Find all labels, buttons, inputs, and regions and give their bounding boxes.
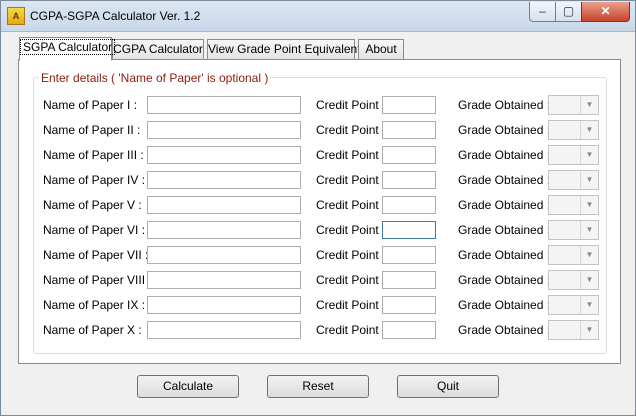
grade-obtained-label: Grade Obtained : xyxy=(458,123,551,137)
credit-point-label: Credit Point : xyxy=(316,173,386,187)
chevron-down-icon[interactable]: ▼ xyxy=(580,96,598,114)
calculate-button[interactable]: Calculate xyxy=(137,375,239,398)
paper-row: Name of Paper VI : Credit Point : Grade Ob… xyxy=(19,220,619,240)
chevron-down-icon[interactable]: ▼ xyxy=(580,146,598,164)
paper-name-label: Name of Paper I : xyxy=(43,98,138,112)
credit-point-label: Credit Point : xyxy=(316,148,386,162)
grade-obtained-select[interactable]: ▼ xyxy=(548,295,599,315)
quit-button[interactable]: Quit xyxy=(397,375,499,398)
maximize-button[interactable]: ▢ xyxy=(555,2,582,22)
paper-row: Name of Paper IV : Credit Point : Grade Ob… xyxy=(19,170,619,190)
paper-row: Name of Paper II : Credit Point : Grade Ob… xyxy=(19,120,619,140)
grade-obtained-select[interactable]: ▼ xyxy=(548,320,599,340)
details-group-legend: Enter details ( 'Name of Paper' is optio… xyxy=(39,71,271,85)
chevron-down-icon[interactable]: ▼ xyxy=(580,196,598,214)
grade-obtained-label: Grade Obtained : xyxy=(458,248,551,262)
credit-point-input[interactable] xyxy=(382,146,436,164)
paper-name-input[interactable] xyxy=(147,246,301,264)
credit-point-input[interactable] xyxy=(382,221,436,239)
grade-obtained-select[interactable]: ▼ xyxy=(548,145,599,165)
grade-obtained-label: Grade Obtained : xyxy=(458,223,551,237)
sgpa-panel: Enter details ( 'Name of Paper' is optio… xyxy=(18,59,621,364)
tab-label: SGPA Calculator xyxy=(20,39,116,55)
paper-name-input[interactable] xyxy=(147,296,301,314)
paper-name-label: Name of Paper IV : xyxy=(43,173,146,187)
grade-obtained-select[interactable]: ▼ xyxy=(548,270,599,290)
paper-name-label: Name of Paper VII : xyxy=(43,248,149,262)
credit-point-label: Credit Point : xyxy=(316,98,386,112)
grade-obtained-select[interactable]: ▼ xyxy=(548,95,599,115)
chevron-down-icon[interactable]: ▼ xyxy=(580,221,598,239)
chevron-down-icon[interactable]: ▼ xyxy=(580,321,598,339)
tab-sgpa-calculator[interactable]: SGPA Calculator xyxy=(19,37,116,61)
paper-row: Name of Paper I : Credit Point : Grade Obt… xyxy=(19,95,619,115)
paper-name-input[interactable] xyxy=(147,221,301,239)
grade-obtained-select[interactable]: ▼ xyxy=(548,245,599,265)
grade-obtained-select[interactable]: ▼ xyxy=(548,195,599,215)
tab-about[interactable]: About xyxy=(358,39,404,61)
credit-point-label: Credit Point : xyxy=(316,198,386,212)
chevron-down-icon[interactable]: ▼ xyxy=(580,296,598,314)
paper-name-input[interactable] xyxy=(147,146,301,164)
paper-row: Name of Paper X : Credit Point : Grade Obt… xyxy=(19,320,619,340)
paper-name-label: Name of Paper VI : xyxy=(43,223,146,237)
grade-obtained-label: Grade Obtained : xyxy=(458,148,551,162)
chevron-down-icon[interactable]: ▼ xyxy=(580,246,598,264)
credit-point-input[interactable] xyxy=(382,196,436,214)
window-title: CGPA-SGPA Calculator Ver. 1.2 xyxy=(30,9,201,23)
title-bar[interactable]: A CGPA-SGPA Calculator Ver. 1.2 ‒ ▢ ✕ xyxy=(1,1,635,32)
paper-name-label: Name of Paper III : xyxy=(43,148,144,162)
credit-point-label: Credit Point : xyxy=(316,273,386,287)
grade-obtained-label: Grade Obtained : xyxy=(458,198,551,212)
tab-view-grade-point-equivalent[interactable]: View Grade Point Equivalent xyxy=(207,39,361,61)
paper-name-label: Name of Paper IX : xyxy=(43,298,146,312)
credit-point-label: Credit Point : xyxy=(316,298,386,312)
grade-obtained-label: Grade Obtained : xyxy=(458,273,551,287)
credit-point-label: Credit Point : xyxy=(316,223,386,237)
grade-obtained-select[interactable]: ▼ xyxy=(548,220,599,240)
app-icon[interactable]: A xyxy=(7,7,25,25)
paper-name-input[interactable] xyxy=(147,121,301,139)
grade-obtained-label: Grade Obtained : xyxy=(458,298,551,312)
paper-name-input[interactable] xyxy=(147,171,301,189)
chevron-down-icon[interactable]: ▼ xyxy=(580,171,598,189)
tab-cgpa-calculator[interactable]: CGPA Calculator xyxy=(112,39,204,61)
credit-point-input[interactable] xyxy=(382,296,436,314)
credit-point-input[interactable] xyxy=(382,271,436,289)
paper-name-label: Name of Paper V : xyxy=(43,198,142,212)
paper-row: Name of Paper III : Credit Point : Grade O… xyxy=(19,145,619,165)
credit-point-input[interactable] xyxy=(382,246,436,264)
paper-name-label: Name of Paper II : xyxy=(43,123,141,137)
credit-point-input[interactable] xyxy=(382,121,436,139)
reset-button[interactable]: Reset xyxy=(267,375,369,398)
credit-point-label: Credit Point : xyxy=(316,123,386,137)
paper-name-input[interactable] xyxy=(147,271,301,289)
close-button[interactable]: ✕ xyxy=(581,2,630,22)
credit-point-label: Credit Point : xyxy=(316,248,386,262)
paper-name-input[interactable] xyxy=(147,321,301,339)
minimize-button[interactable]: ‒ xyxy=(529,2,556,22)
credit-point-input[interactable] xyxy=(382,96,436,114)
paper-name-input[interactable] xyxy=(147,96,301,114)
chevron-down-icon[interactable]: ▼ xyxy=(580,271,598,289)
credit-point-input[interactable] xyxy=(382,321,436,339)
credit-point-label: Credit Point : xyxy=(316,323,386,337)
grade-obtained-select[interactable]: ▼ xyxy=(548,120,599,140)
grade-obtained-label: Grade Obtained : xyxy=(458,173,551,187)
grade-obtained-select[interactable]: ▼ xyxy=(548,170,599,190)
app-window: A CGPA-SGPA Calculator Ver. 1.2 ‒ ▢ ✕ SG… xyxy=(0,0,636,416)
credit-point-input[interactable] xyxy=(382,171,436,189)
grade-obtained-label: Grade Obtained : xyxy=(458,98,551,112)
paper-row: Name of Paper VII : Credit Point : Grade O… xyxy=(19,245,619,265)
paper-row: Name of Paper VIII : Credit Point : Grade … xyxy=(19,270,619,290)
grade-obtained-label: Grade Obtained : xyxy=(458,323,551,337)
chevron-down-icon[interactable]: ▼ xyxy=(580,121,598,139)
paper-name-input[interactable] xyxy=(147,196,301,214)
paper-row: Name of Paper IX : Credit Point : Grade Ob… xyxy=(19,295,619,315)
paper-name-label: Name of Paper VIII : xyxy=(43,273,152,287)
paper-name-label: Name of Paper X : xyxy=(43,323,142,337)
paper-row: Name of Paper V : Credit Point : Grade Obt… xyxy=(19,195,619,215)
